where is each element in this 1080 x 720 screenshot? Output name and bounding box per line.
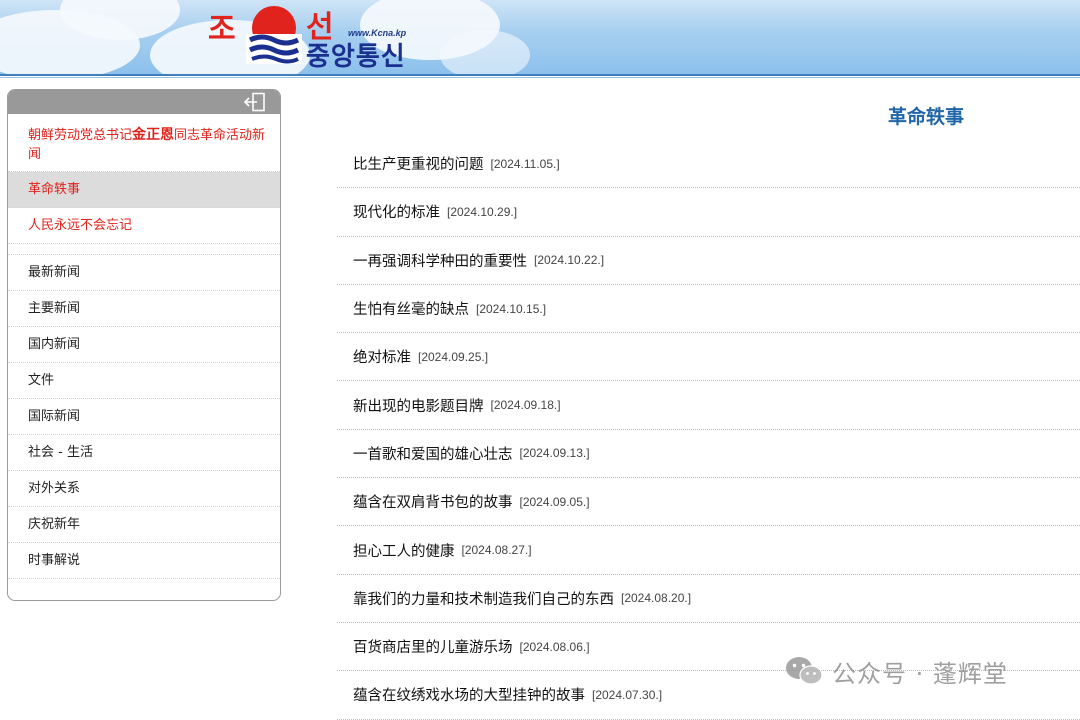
article-date: [2024.09.25.] — [418, 349, 489, 364]
article-date: [2024.08.20.] — [621, 591, 692, 606]
watermark: 公众号 · 蓬辉堂 — [784, 654, 1008, 688]
sidebar-item-documents[interactable]: 文件 — [8, 363, 280, 399]
article-link[interactable]: 生怕有丝毫的缺点 — [353, 298, 469, 319]
article-link[interactable]: 百货商店里的儿童游乐场 — [353, 636, 513, 657]
logo-text-left: 조 — [208, 12, 236, 47]
article-date: [2024.10.29.] — [447, 204, 518, 219]
logo-agency-name: 중앙통신 — [306, 42, 406, 72]
article-link[interactable]: 新出现的电影题目牌 — [353, 395, 484, 416]
list-item: 比生产更重视的问题 [2024.11.05.] — [337, 140, 1080, 189]
list-item: 蕴含在双肩背书包的故事 [2024.09.05.] — [337, 478, 1080, 527]
exit-icon[interactable] — [244, 92, 266, 112]
article-date: [2024.09.13.] — [519, 446, 590, 461]
article-link[interactable]: 一再强调科学种田的重要性 — [353, 250, 527, 271]
article-link[interactable]: 绝对标准 — [353, 346, 411, 367]
article-link[interactable]: 现代化的标准 — [353, 201, 440, 222]
sidebar-nav: 朝鲜劳动党总书记金正恩同志革命活动新闻 革命轶事 人民永远不会忘记 最新新闻 主… — [7, 89, 281, 601]
watermark-text: 公众号 · 蓬辉堂 — [832, 659, 1008, 688]
page-title: 革命轶事 — [888, 106, 965, 128]
list-item: 一再强调科学种田的重要性 [2024.10.22.] — [337, 237, 1080, 285]
sidebar-item-main-news[interactable]: 主要新闻 — [8, 291, 280, 327]
article-date: [2024.10.15.] — [476, 301, 547, 316]
site-header: 조 선 www.Kcna.kp 중앙통신 — [0, 0, 1080, 74]
article-link[interactable]: 蕴含在纹绣戏水场的大型挂钟的故事 — [353, 684, 585, 705]
article-date: [2024.09.18.] — [490, 398, 561, 413]
header-cloud — [440, 30, 530, 74]
list-item: 一首歌和爱国的雄心壮志 [2024.09.13.] — [337, 430, 1080, 479]
logo-emblem-icon — [246, 6, 302, 64]
article-date: [2024.07.30.] — [592, 687, 663, 702]
article-date: [2024.11.05.] — [490, 156, 560, 171]
article-date: [2024.08.06.] — [519, 639, 590, 654]
header-divider — [0, 77, 1080, 78]
sidebar-item-society-life[interactable]: 社会 - 生活 — [8, 435, 280, 471]
article-link[interactable]: 一首歌和爱国的雄心壮志 — [353, 443, 513, 464]
article-date: [2024.08.27.] — [461, 543, 532, 558]
featured-name: 金正恩 — [132, 127, 175, 143]
article-link[interactable]: 比生产更重视的问题 — [353, 153, 484, 174]
list-item: 新出现的电影题目牌 [2024.09.18.] — [337, 381, 1080, 430]
sidebar-item-new-year[interactable]: 庆祝新年 — [8, 507, 280, 543]
sidebar-item-featured-news[interactable]: 朝鲜劳动党总书记金正恩同志革命活动新闻 — [8, 114, 280, 172]
sidebar-header-bar — [8, 90, 280, 114]
list-item: 担心工人的健康 [2024.08.27.] — [337, 526, 1080, 575]
list-item: 生怕有丝毫的缺点 [2024.10.15.] — [337, 285, 1080, 334]
header-divider — [0, 74, 1080, 76]
article-date: [2024.09.05.] — [519, 494, 590, 509]
wechat-icon — [786, 657, 823, 685]
sidebar-item-domestic-news[interactable]: 国内新闻 — [8, 327, 280, 363]
sidebar-item-people-never-forget[interactable]: 人民永远不会忘记 — [8, 208, 280, 244]
sidebar-item-commentary[interactable]: 时事解说 — [8, 543, 280, 579]
featured-prefix: 朝鲜劳动党总书记 — [28, 128, 133, 143]
sidebar-item-foreign-relations[interactable]: 对外关系 — [8, 471, 280, 507]
sidebar-item-revolutionary-anecdotes[interactable]: 革命轶事 — [8, 172, 280, 208]
article-date: [2024.10.22.] — [534, 253, 605, 268]
article-link[interactable]: 蕴含在双肩背书包的故事 — [353, 491, 513, 512]
list-item: 绝对标准 [2024.09.25.] — [337, 333, 1080, 382]
article-list: 比生产更重视的问题 [2024.11.05.] 现代化的标准 [2024.10.… — [337, 140, 1080, 720]
sidebar-item-international-news[interactable]: 国际新闻 — [8, 399, 280, 435]
kcna-logo[interactable]: 조 선 www.Kcna.kp 중앙통신 — [206, 2, 426, 72]
sidebar-divider — [8, 244, 280, 255]
list-item: 靠我们的力量和技术制造我们自己的东西 [2024.08.20.] — [337, 575, 1080, 623]
list-item: 现代化的标准 [2024.10.29.] — [337, 188, 1080, 237]
article-link[interactable]: 担心工人的健康 — [353, 540, 455, 561]
sidebar-item-latest-news[interactable]: 最新新闻 — [8, 255, 280, 291]
article-link[interactable]: 靠我们的力量和技术制造我们自己的东西 — [353, 588, 614, 609]
